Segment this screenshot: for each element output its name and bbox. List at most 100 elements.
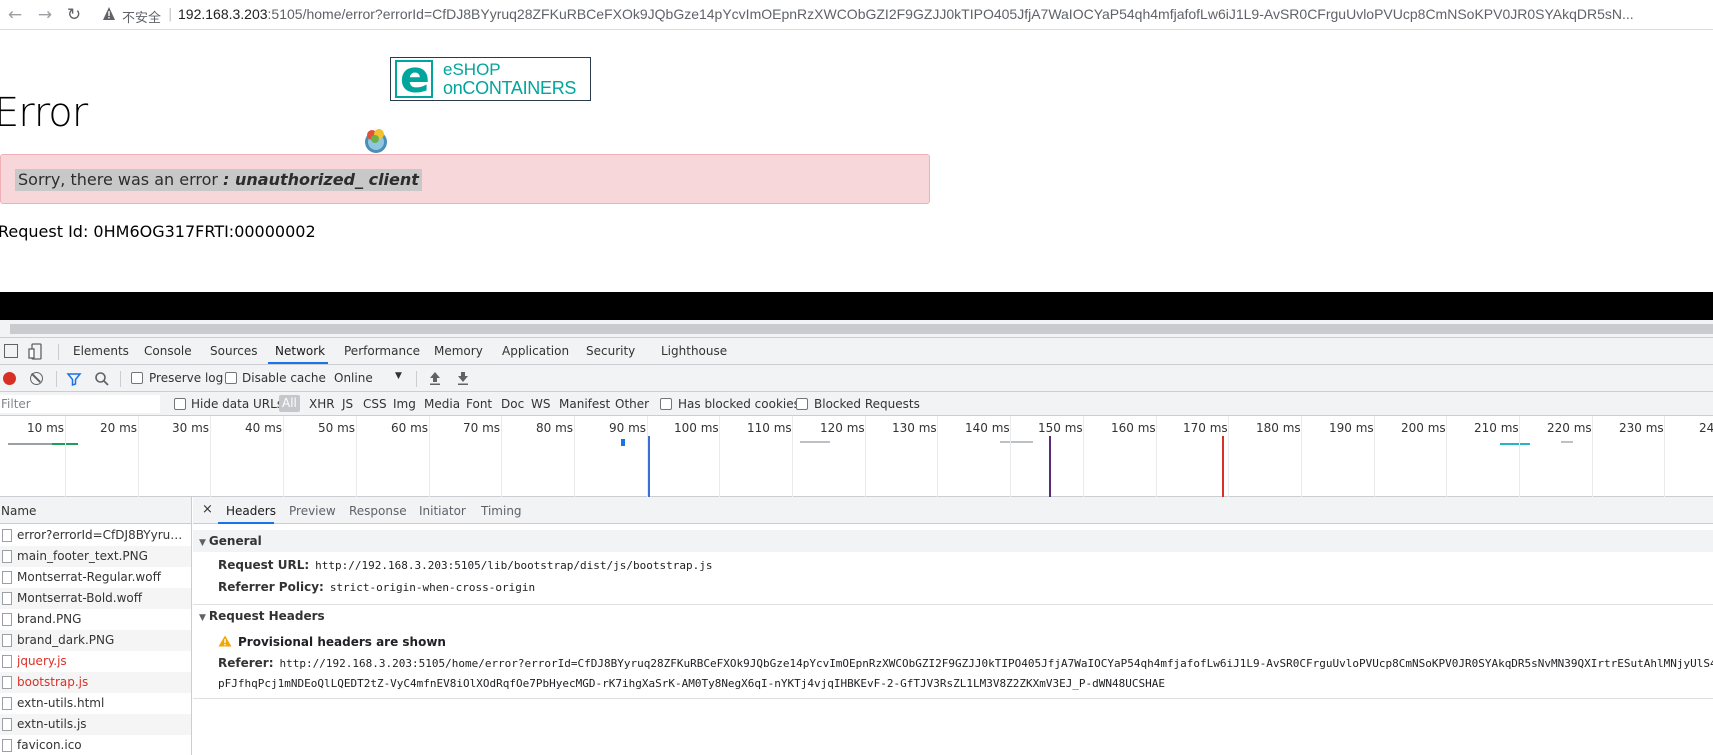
tab-console[interactable]: Console bbox=[144, 344, 192, 358]
insecure-warning-icon[interactable] bbox=[102, 6, 116, 22]
preserve-log-label[interactable]: Preserve log bbox=[149, 371, 223, 385]
detail-tab-timing[interactable]: Timing bbox=[481, 504, 522, 518]
request-row[interactable]: bootstrap.js bbox=[0, 672, 191, 693]
preserve-log-checkbox[interactable] bbox=[131, 372, 143, 384]
timeline-gridline bbox=[1228, 416, 1229, 497]
tab-elements[interactable]: Elements bbox=[73, 344, 129, 358]
clear-icon[interactable] bbox=[30, 372, 43, 385]
inspect-element-icon[interactable] bbox=[4, 344, 18, 358]
collapse-triangle-icon[interactable]: ▼ bbox=[199, 538, 206, 548]
has-blocked-cookies-label[interactable]: Has blocked cookies bbox=[678, 397, 800, 411]
filter-input[interactable]: Filter bbox=[0, 395, 160, 413]
throttle-dropdown-icon[interactable]: ▼ bbox=[395, 371, 402, 381]
eshop-logo[interactable]: e eSHOP onCONTAINERS bbox=[390, 56, 591, 101]
request-url-key: Request URL: bbox=[218, 558, 310, 572]
timeline-gridline bbox=[792, 416, 793, 497]
detail-tab-initiator[interactable]: Initiator bbox=[419, 504, 466, 518]
tab-performance[interactable]: Performance bbox=[344, 344, 420, 358]
throttle-select[interactable]: Online bbox=[334, 371, 373, 385]
type-filter-img[interactable]: Img bbox=[393, 397, 416, 411]
request-url-row: Request URL: http://192.168.3.203:5105/li… bbox=[218, 558, 713, 572]
request-row[interactable]: extn-utils.js bbox=[0, 714, 191, 735]
export-har-icon[interactable] bbox=[456, 370, 470, 386]
import-har-icon[interactable] bbox=[428, 370, 442, 386]
url-field[interactable]: 192.168.3.203:5105/home/error?errorId=Cf… bbox=[178, 6, 1703, 22]
request-list-pane: Name error?errorId=CfDJ8BYyruq28... main_… bbox=[0, 497, 192, 755]
request-row[interactable]: brand_dark.PNG bbox=[0, 630, 191, 651]
timeline-gridline bbox=[937, 416, 938, 497]
type-filter-font[interactable]: Font bbox=[466, 397, 492, 411]
timeline-tick-label: 30 ms bbox=[172, 421, 210, 435]
detail-tab-response[interactable]: Response bbox=[349, 504, 407, 518]
type-filter-ws[interactable]: WS bbox=[531, 397, 550, 411]
detail-tab-headers[interactable]: Headers bbox=[226, 504, 276, 518]
detail-tab-preview[interactable]: Preview bbox=[289, 504, 336, 518]
timeline-tick-label: 130 ms bbox=[892, 421, 937, 435]
tab-memory[interactable]: Memory bbox=[434, 344, 483, 358]
error-alert: Sorry, there was an error : unauthorized… bbox=[0, 154, 930, 204]
disable-cache-checkbox[interactable] bbox=[225, 372, 237, 384]
tab-lighthouse[interactable]: Lighthouse bbox=[661, 344, 727, 358]
request-name: Montserrat-Bold.woff bbox=[17, 591, 143, 605]
timeline-gridline bbox=[1519, 416, 1520, 497]
type-filter-all[interactable]: All bbox=[279, 395, 300, 412]
page-title: Error bbox=[0, 90, 88, 136]
forward-arrow-icon[interactable]: → bbox=[33, 3, 57, 27]
request-row[interactable]: error?errorId=CfDJ8BYyruq28... bbox=[0, 525, 191, 546]
referer-value-line2: pFJfhqPcj1mNDEoQlLQEDT2tZ-VyC4mfnEV8iOlX… bbox=[218, 677, 1166, 690]
blocked-requests-label[interactable]: Blocked Requests bbox=[814, 397, 920, 411]
collapse-triangle-icon[interactable]: ▼ bbox=[199, 613, 206, 623]
request-row[interactable]: extn-utils.html bbox=[0, 693, 191, 714]
file-icon bbox=[2, 592, 12, 605]
tab-application[interactable]: Application bbox=[502, 344, 569, 358]
hide-data-urls-label[interactable]: Hide data URLs bbox=[191, 397, 283, 411]
request-row[interactable]: jquery.js bbox=[0, 651, 191, 672]
timeline-tick-label: 180 ms bbox=[1256, 421, 1301, 435]
timeline-tick-label: 80 ms bbox=[536, 421, 574, 435]
tab-sources[interactable]: Sources bbox=[210, 344, 257, 358]
timeline-tick-label: 20 ms bbox=[100, 421, 138, 435]
type-filter-css[interactable]: CSS bbox=[363, 397, 387, 411]
disable-cache-label[interactable]: Disable cache bbox=[242, 371, 326, 385]
request-headers-section-header[interactable]: ▼ Request Headers bbox=[193, 604, 1713, 626]
request-row[interactable]: favicon.ico bbox=[0, 735, 191, 755]
horizontal-scrollbar[interactable] bbox=[0, 320, 1713, 338]
basket-icon[interactable] bbox=[362, 125, 390, 155]
insecure-label[interactable]: 不安全 bbox=[122, 7, 161, 26]
provisional-headers-warning: Provisional headers are shown bbox=[218, 635, 446, 649]
warning-icon bbox=[218, 635, 232, 647]
type-filter-xhr[interactable]: XHR bbox=[309, 397, 335, 411]
blocked-requests-checkbox[interactable] bbox=[796, 398, 808, 410]
type-filter-doc[interactable]: Doc bbox=[501, 397, 524, 411]
record-icon[interactable] bbox=[3, 372, 16, 385]
type-filter-manifest[interactable]: Manifest bbox=[559, 397, 610, 411]
general-section-header[interactable]: ▼ General bbox=[193, 530, 1713, 552]
request-name: brand_dark.PNG bbox=[17, 633, 115, 647]
scrollbar-thumb[interactable] bbox=[10, 324, 1713, 334]
timeline-tick-label: 150 ms bbox=[1038, 421, 1083, 435]
web-page: e eSHOP onCONTAINERS Error Sorry, there … bbox=[0, 31, 1713, 292]
tab-network[interactable]: Network bbox=[275, 344, 325, 358]
hide-data-urls-checkbox[interactable] bbox=[174, 398, 186, 410]
timeline-tick-label: 220 ms bbox=[1547, 421, 1592, 435]
type-filter-other[interactable]: Other bbox=[615, 397, 649, 411]
request-row[interactable]: main_footer_text.PNG bbox=[0, 546, 191, 567]
network-overview-timeline[interactable]: 10 ms 20 ms 30 ms 40 ms 50 ms 60 ms 70 ms 80 ms… bbox=[0, 416, 1713, 497]
request-row[interactable]: Montserrat-Regular.woff bbox=[0, 567, 191, 588]
request-row[interactable]: Montserrat-Bold.woff bbox=[0, 588, 191, 609]
back-arrow-icon[interactable]: ← bbox=[3, 3, 27, 27]
reload-icon[interactable]: ↻ bbox=[62, 3, 86, 27]
device-toolbar-icon[interactable] bbox=[28, 343, 42, 360]
search-icon[interactable] bbox=[94, 371, 110, 387]
has-blocked-cookies-checkbox[interactable] bbox=[660, 398, 672, 410]
type-filter-js[interactable]: JS bbox=[342, 397, 353, 411]
close-detail-icon[interactable]: × bbox=[202, 502, 213, 517]
timeline-tick-label: 170 ms bbox=[1183, 421, 1228, 435]
name-column-header[interactable]: Name bbox=[0, 497, 191, 524]
file-icon bbox=[2, 739, 12, 752]
filter-icon[interactable] bbox=[66, 371, 82, 387]
tab-security[interactable]: Security bbox=[586, 344, 635, 358]
request-row[interactable]: brand.PNG bbox=[0, 609, 191, 630]
type-filter-media[interactable]: Media bbox=[424, 397, 460, 411]
alert-message: Sorry, there was an error : unauthorized… bbox=[15, 169, 422, 191]
